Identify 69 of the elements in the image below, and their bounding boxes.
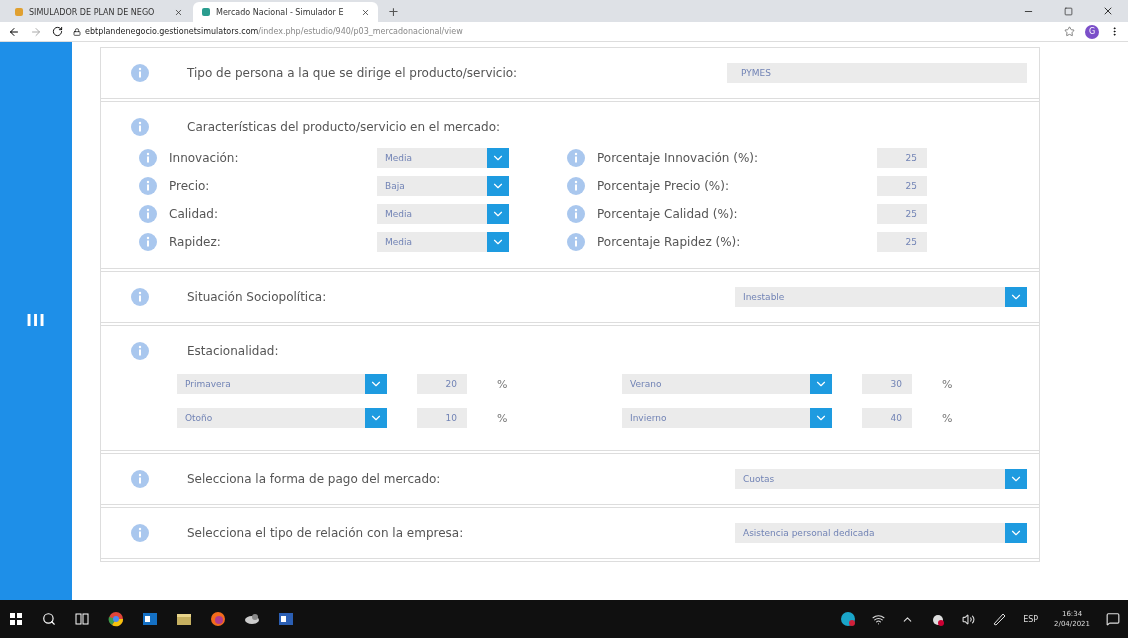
app-icon[interactable]	[244, 611, 260, 627]
field-label: Situación Sociopolítica:	[187, 290, 327, 304]
notifications-icon[interactable]	[1106, 612, 1120, 626]
star-icon[interactable]	[1064, 26, 1075, 37]
windows-icon[interactable]	[8, 611, 24, 627]
select-field[interactable]: Asistencia personal dedicada	[735, 523, 1027, 543]
select-field[interactable]: Primavera	[177, 374, 387, 394]
field-label: Selecciona el tipo de relación con la empresa:	[187, 526, 464, 540]
back-icon[interactable]	[8, 25, 20, 38]
reload-icon[interactable]	[52, 26, 63, 37]
field-label: Innovación:	[169, 151, 240, 165]
new-tab-button[interactable]: +	[380, 3, 407, 19]
folder-icon[interactable]	[176, 611, 192, 627]
field-label: Rapidez:	[169, 235, 222, 249]
task-view-icon[interactable]	[74, 611, 90, 627]
language-indicator[interactable]: ESP	[1023, 614, 1039, 624]
sidebar-toggle[interactable]: III	[26, 312, 46, 330]
number-field[interactable]: 10	[417, 408, 467, 428]
field-label: Selecciona la forma de pago del mercado:	[187, 472, 441, 486]
percent-sign: %	[497, 411, 508, 425]
lock-icon	[73, 27, 81, 36]
percent-sign: %	[942, 411, 953, 425]
number-field[interactable]: 25	[877, 176, 927, 196]
close-icon[interactable]	[1102, 5, 1114, 17]
select-field[interactable]: Media	[377, 148, 509, 168]
field-label: Porcentaje Calidad (%):	[597, 207, 739, 221]
number-field[interactable]: 25	[877, 148, 927, 168]
select-field[interactable]: Verano	[622, 374, 832, 394]
close-icon[interactable]	[361, 7, 370, 17]
percent-sign: %	[942, 377, 953, 391]
section-title: Estacionalidad:	[187, 344, 279, 358]
select-field[interactable]: Invierno	[622, 408, 832, 428]
field-label: Porcentaje Precio (%):	[597, 179, 730, 193]
page-icon	[201, 7, 211, 17]
number-field[interactable]: 25	[877, 232, 927, 252]
select-field[interactable]: Baja	[377, 176, 509, 196]
browser-icon[interactable]	[108, 611, 124, 627]
select-field[interactable]: Otoño	[177, 408, 387, 428]
fox-browser-icon[interactable]	[210, 611, 226, 627]
browser-tab[interactable]: Mercado Nacional - Simulador E	[193, 2, 378, 22]
field-label: Porcentaje Innovación (%):	[597, 151, 760, 165]
number-field[interactable]: 40	[862, 408, 912, 428]
page-icon	[14, 7, 24, 17]
field-label: Calidad:	[169, 207, 220, 221]
field-label: Porcentaje Rapidez (%):	[597, 235, 742, 249]
percent-sign: %	[497, 377, 508, 391]
network-icon[interactable]	[872, 612, 886, 626]
select-field[interactable]: Media	[377, 204, 509, 224]
url-path[interactable]: /index.php/estudio/940/p03_mercadonacional/view	[258, 27, 463, 36]
text-field[interactable]: PYMES	[727, 63, 1027, 83]
field-label: Tipo de persona a la que se dirige el producto/servicio:	[187, 66, 518, 80]
maximize-icon[interactable]	[1063, 6, 1073, 16]
select-field[interactable]: Inestable	[735, 287, 1027, 307]
select-field[interactable]: Media	[377, 232, 509, 252]
document-app-icon[interactable]	[278, 611, 294, 627]
close-icon[interactable]	[174, 7, 183, 17]
pen-icon[interactable]	[991, 611, 1008, 627]
browser-tab[interactable]: SIMULADOR DE PLAN DE NEGO	[6, 2, 191, 22]
url-host[interactable]: ebtplandenegocio.gestionetsimulators.com	[85, 27, 259, 36]
mail-app-icon[interactable]	[142, 611, 158, 627]
section-title: Características del producto/servicio en el mercado:	[187, 120, 501, 134]
number-field[interactable]: 25	[877, 204, 927, 224]
search-icon[interactable]	[42, 612, 56, 626]
number-field[interactable]: 30	[862, 374, 912, 394]
field-label: Precio:	[169, 179, 211, 193]
select-field[interactable]: Cuotas	[735, 469, 1027, 489]
profile-avatar[interactable]: G	[1085, 24, 1099, 39]
number-field[interactable]: 20	[417, 374, 467, 394]
volume-icon[interactable]	[962, 612, 976, 626]
